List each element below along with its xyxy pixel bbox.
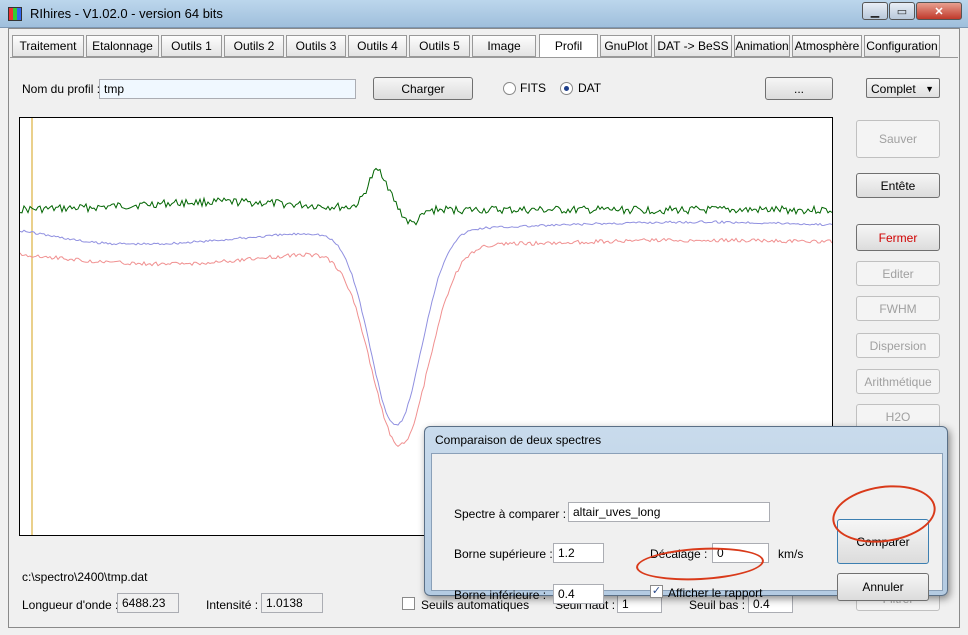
profile-name-label: Nom du profil : bbox=[22, 82, 101, 96]
load-button[interactable]: Charger bbox=[373, 77, 473, 100]
minimize-button[interactable]: ▁ bbox=[862, 2, 888, 20]
tab-dat-bess[interactable]: DAT -> BeSS bbox=[654, 35, 732, 57]
show-report-checkbox[interactable]: ✓ bbox=[650, 585, 663, 598]
tab-gnuplot[interactable]: GnuPlot bbox=[600, 35, 652, 57]
file-path: c:\spectro\2400\tmp.dat bbox=[22, 570, 148, 584]
maximize-icon: ▭ bbox=[896, 5, 908, 18]
red-spectrum-line bbox=[19, 237, 833, 448]
tab-outils-3[interactable]: Outils 3 bbox=[286, 35, 346, 57]
checkmark-icon: ✓ bbox=[651, 585, 662, 597]
show-report-label: Afficher le rapport bbox=[668, 586, 763, 600]
dialog-title: Comparaison de deux spectres bbox=[435, 433, 602, 447]
cancel-button[interactable]: Annuler bbox=[837, 573, 929, 601]
header-button[interactable]: Entête bbox=[856, 173, 940, 198]
arithmetic-button[interactable]: Arithmétique bbox=[856, 369, 940, 394]
lower-bound-input[interactable]: 0.4 bbox=[553, 584, 604, 604]
minimize-icon: ▁ bbox=[870, 5, 880, 18]
auto-thresholds-checkbox[interactable] bbox=[402, 597, 415, 610]
title-bar: RIhires - V1.02.0 - version 64 bits ▁ ▭ … bbox=[0, 0, 968, 28]
upper-bound-label: Borne supérieure : bbox=[454, 547, 553, 561]
tab-profil[interactable]: Profil bbox=[539, 34, 598, 58]
tab-outils-5[interactable]: Outils 5 bbox=[409, 35, 470, 57]
maximize-button[interactable]: ▭ bbox=[889, 2, 915, 20]
fwhm-button[interactable]: FWHM bbox=[856, 296, 940, 321]
upper-bound-input[interactable]: 1.2 bbox=[553, 543, 604, 563]
blue-spectrum-line bbox=[19, 220, 833, 426]
wavelength-value: 6488.23 bbox=[117, 593, 179, 613]
tab-outils-2[interactable]: Outils 2 bbox=[224, 35, 284, 57]
tab-etalonnage[interactable]: Etalonnage bbox=[86, 35, 159, 57]
fits-radio[interactable] bbox=[503, 82, 516, 95]
save-button[interactable]: Sauver bbox=[856, 120, 940, 158]
fits-radio-label: FITS bbox=[520, 81, 546, 95]
spectrum-compare-input[interactable]: altair_uves_long bbox=[568, 502, 770, 522]
chevron-down-icon: ▼ bbox=[925, 84, 934, 94]
intensity-label: Intensité : bbox=[206, 598, 259, 612]
intensity-value: 1.0138 bbox=[261, 593, 323, 613]
tab-animation[interactable]: Animation bbox=[734, 35, 790, 57]
dat-radio-label: DAT bbox=[578, 81, 602, 95]
tab-traitement[interactable]: Traitement bbox=[12, 35, 84, 57]
mode-select[interactable]: Complet ▼ bbox=[866, 78, 940, 98]
lower-bound-label: Borne inférieure : bbox=[454, 588, 547, 602]
wavelength-label: Longueur d'onde : bbox=[22, 598, 119, 612]
mode-select-value: Complet bbox=[871, 82, 916, 96]
close-window-button[interactable]: ✕ bbox=[916, 2, 962, 20]
tab-outils-1[interactable]: Outils 1 bbox=[161, 35, 222, 57]
low-threshold-label: Seuil bas : bbox=[689, 598, 746, 612]
dispersion-button[interactable]: Dispersion bbox=[856, 333, 940, 358]
close-profile-button[interactable]: Fermer bbox=[856, 224, 940, 251]
profile-name-input[interactable]: tmp bbox=[99, 79, 356, 99]
tab-image[interactable]: Image bbox=[472, 35, 536, 57]
tab-outils-4[interactable]: Outils 4 bbox=[348, 35, 407, 57]
tab-atmosph-re[interactable]: Atmosphère bbox=[792, 35, 862, 57]
browse-button[interactable]: ... bbox=[765, 77, 833, 100]
tab-configuration[interactable]: Configuration bbox=[864, 35, 940, 57]
spectrum-compare-label: Spectre à comparer : bbox=[454, 507, 567, 521]
dat-radio[interactable] bbox=[560, 82, 573, 95]
close-icon: ✕ bbox=[934, 5, 944, 18]
window-title: RIhires - V1.02.0 - version 64 bits bbox=[30, 6, 223, 21]
edit-button[interactable]: Editer bbox=[856, 261, 940, 286]
shift-unit: km/s bbox=[778, 547, 804, 561]
green-spectrum-line bbox=[19, 167, 833, 226]
spectro-app-icon bbox=[8, 7, 22, 21]
tab-divider bbox=[10, 57, 958, 58]
